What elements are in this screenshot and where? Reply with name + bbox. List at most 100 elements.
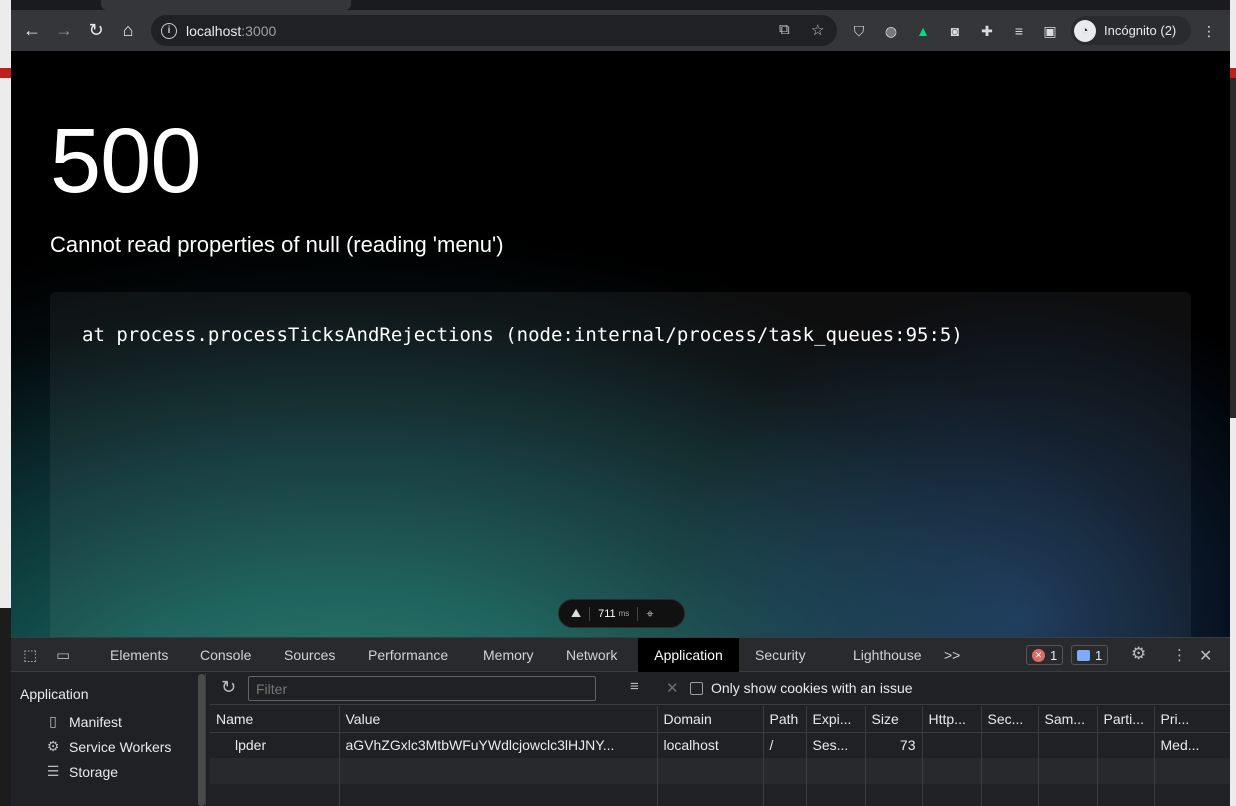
close-devtools-icon[interactable]: ✕	[1199, 646, 1212, 666]
device-toolbar-icon[interactable]: ▭	[56, 646, 70, 664]
cell-secure	[981, 732, 1039, 758]
error-page: 500 Cannot read properties of null (read…	[11, 51, 1230, 637]
tab-console[interactable]: Console	[200, 638, 251, 672]
bookmark-star-icon[interactable]: ☆	[811, 21, 824, 39]
devtools-menu-icon[interactable]: ⋮	[1172, 646, 1187, 664]
error-count-badge[interactable]: ✕ 1	[1026, 645, 1064, 665]
home-button[interactable]: ⌂	[114, 17, 142, 45]
settings-gear-icon[interactable]: ⚙	[1131, 644, 1146, 664]
table-header-row: Name Value Domain Path Expi... Size Http…	[210, 706, 1230, 733]
col-samesite[interactable]: Sam...	[1038, 706, 1098, 733]
nuxt-devtools-extension-icon[interactable]: ▲	[912, 20, 934, 42]
refresh-icon[interactable]: ↻	[221, 677, 236, 698]
col-httponly[interactable]: Http...	[922, 706, 982, 733]
tab-memory[interactable]: Memory	[483, 638, 534, 672]
translate-icon[interactable]: ⧉	[779, 21, 790, 38]
message-icon	[1077, 649, 1090, 661]
forward-button[interactable]: →	[50, 17, 78, 45]
cell-path: /	[763, 732, 807, 758]
col-expires[interactable]: Expi...	[806, 706, 866, 733]
nuxt-timing-unit: ms	[618, 609, 630, 618]
tab-lighthouse[interactable]: Lighthouse	[853, 638, 922, 672]
cell-name: lpder	[210, 732, 340, 758]
side-panel-icon[interactable]: ▣	[1039, 20, 1061, 42]
tab-performance[interactable]: Performance	[368, 638, 448, 672]
ublock-extension-icon[interactable]: ⛉	[848, 20, 870, 42]
col-value[interactable]: Value	[339, 706, 658, 733]
url-port: :3000	[241, 22, 277, 39]
nuxt-timing: 711	[598, 607, 616, 620]
sidebar-scrollbar[interactable]	[198, 674, 205, 806]
tab-network[interactable]: Network	[566, 638, 617, 672]
incognito-icon: ◔	[1074, 19, 1096, 42]
site-info-icon[interactable]: i	[161, 22, 177, 39]
cookies-table: Name Value Domain Path Expi... Size Http…	[210, 706, 1230, 806]
kebab-menu-icon[interactable]: ⋮	[1198, 20, 1220, 42]
cell-httponly	[922, 732, 982, 758]
file-icon: ▯	[49, 713, 57, 729]
cookie-filter-bar: ↻ ≡ ✕ Only show cookies with an issue	[210, 673, 1230, 705]
col-name[interactable]: Name	[210, 706, 340, 733]
error-icon: ✕	[1032, 648, 1045, 662]
sidebar-heading: Application	[20, 686, 89, 702]
profile-label: Incógnito (2)	[1104, 23, 1177, 38]
incognito-profile-button[interactable]: ◔ Incógnito (2)	[1071, 16, 1191, 45]
cell-value: aGVhZGxlc3MtbWFuYWdlcjowclc3lHJNY...	[339, 732, 658, 758]
nuxt-devtools-pill[interactable]: ⛰ 711 ms ⌖	[558, 599, 685, 628]
reload-button[interactable]: ↻	[82, 17, 110, 45]
clear-filtered-cookies-icon[interactable]: ≡	[630, 678, 639, 695]
more-tabs-button[interactable]: >>	[944, 638, 960, 672]
tab-sources[interactable]: Sources	[284, 638, 335, 672]
message-count-badge[interactable]: 1	[1071, 645, 1109, 665]
tab-application[interactable]: Application	[638, 638, 739, 672]
cell-samesite	[1038, 732, 1098, 758]
arrow-left-icon: ←	[23, 20, 41, 40]
reload-icon: ↻	[88, 20, 104, 40]
filter-input[interactable]	[248, 676, 596, 701]
error-message: Cannot read properties of null (reading …	[50, 232, 504, 257]
only-issue-label: Only show cookies with an issue	[711, 680, 913, 696]
address-bar[interactable]: i localhost:3000 ⧉ ☆	[151, 15, 837, 46]
sidebar-item-manifest[interactable]: ▯ Manifest	[43, 713, 122, 730]
tab-elements[interactable]: Elements	[110, 638, 168, 672]
delete-selected-icon[interactable]: ✕	[666, 679, 679, 697]
table-row-empty	[210, 758, 1230, 784]
col-domain[interactable]: Domain	[657, 706, 764, 733]
table-row-empty	[210, 784, 1230, 806]
extension-globe-icon[interactable]: ◍	[880, 20, 902, 42]
cell-partition	[1097, 732, 1155, 758]
back-button[interactable]: ←	[18, 17, 46, 45]
application-sidebar: Application ▯ Manifest ⚙ Service Workers ☰…	[11, 673, 206, 806]
nuxt-logo-icon: ⛰	[571, 606, 582, 620]
stack-trace-line: at process.processTicksAndRejections (no…	[82, 324, 963, 346]
table-row[interactable]: lpder aGVhZGxlc3MtbWFuYWdlcjowclc3lHJNY.…	[210, 732, 1230, 758]
active-tab[interactable]	[101, 0, 351, 10]
url-host: localhost	[186, 22, 242, 39]
reading-list-icon[interactable]: ≡	[1008, 20, 1030, 42]
tab-strip	[11, 0, 1230, 10]
component-inspector-icon[interactable]: ⌖	[646, 606, 653, 622]
cell-expires: Ses...	[806, 732, 866, 758]
browser-window: ← → ↻ ⌂ i localhost:3000 ⧉ ☆ ⛉ ◍ ▲ ◙ ✚ ≡…	[11, 0, 1230, 806]
col-partition[interactable]: Parti...	[1097, 706, 1155, 733]
only-issue-checkbox[interactable]	[690, 682, 703, 695]
cell-size: 73	[865, 732, 923, 758]
col-priority[interactable]: Pri...	[1154, 706, 1230, 733]
col-secure[interactable]: Sec...	[981, 706, 1039, 733]
arrow-right-icon: →	[55, 20, 73, 40]
col-size[interactable]: Size	[865, 706, 923, 733]
browser-toolbar: ← → ↻ ⌂ i localhost:3000 ⧉ ☆ ⛉ ◍ ▲ ◙ ✚ ≡…	[11, 10, 1230, 51]
devtools-tab-bar: ⬚ ▭ Elements Console Sources Performance…	[11, 638, 1230, 672]
database-icon: ☰	[46, 763, 60, 779]
tab-security[interactable]: Security	[755, 638, 806, 672]
puzzle-extensions-icon[interactable]: ✚	[976, 20, 998, 42]
sidebar-item-service-workers[interactable]: ⚙ Service Workers	[43, 738, 172, 755]
stack-trace-box: at process.processTicksAndRejections (no…	[50, 292, 1191, 637]
inspect-element-icon[interactable]: ⬚	[23, 646, 37, 664]
cell-priority: Med...	[1154, 732, 1230, 758]
devtools-panel: ⬚ ▭ Elements Console Sources Performance…	[11, 637, 1230, 806]
camera-extension-icon[interactable]: ◙	[944, 20, 966, 42]
col-path[interactable]: Path	[763, 706, 807, 733]
sidebar-item-storage[interactable]: ☰ Storage	[43, 763, 118, 780]
cell-domain: localhost	[657, 732, 764, 758]
